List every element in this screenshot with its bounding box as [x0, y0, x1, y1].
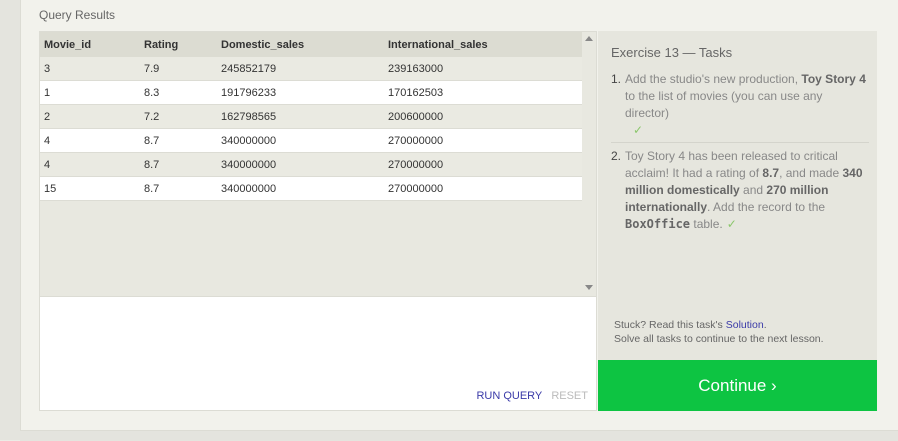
scroll-down-arrow-icon[interactable] — [585, 285, 593, 290]
table-row: 4 8.7 340000000 270000000 — [40, 128, 582, 153]
table-cell: 245852179 — [217, 57, 384, 81]
table-cell: 4 — [40, 128, 140, 153]
table-row: 4 8.7 340000000 270000000 — [40, 152, 582, 177]
task-number: 2. — [611, 149, 622, 163]
checkmark-icon: ✓ — [726, 217, 737, 231]
table-name-code: BoxOffice — [625, 217, 691, 231]
table-cell: 7.9 — [140, 57, 217, 81]
table-row: 15 8.7 340000000 270000000 — [40, 176, 582, 201]
table-cell: 340000000 — [217, 128, 384, 153]
column-header-international-sales: International_sales — [384, 32, 582, 57]
solution-link[interactable]: Solution — [726, 319, 764, 331]
task-text: to the list of movies (you can use any d… — [625, 89, 823, 120]
bottom-strip — [20, 430, 898, 441]
task-text: and — [739, 183, 767, 197]
table-cell: 170162503 — [384, 80, 582, 105]
help-line-2: Solve all tasks to continue to the next … — [614, 333, 824, 345]
table-cell: 162798565 — [217, 104, 384, 129]
run-query-button[interactable]: RUN QUERY — [476, 390, 542, 402]
checkmark-icon: ✓ — [633, 123, 644, 137]
table-cell: 270000000 — [384, 176, 582, 201]
task-item-2: 2. Toy Story 4 has been released to crit… — [611, 148, 869, 233]
exercise-heading: Exercise 13 — Tasks — [611, 45, 733, 60]
exercise-tasks-panel: Exercise 13 — Tasks 1. Add the studio's … — [598, 31, 877, 360]
column-header-domestic-sales: Domestic_sales — [217, 32, 384, 57]
table-cell: 7.2 — [140, 104, 217, 129]
column-header-rating: Rating — [140, 32, 217, 57]
table-cell: 2 — [40, 104, 140, 129]
table-row: 2 7.2 162798565 200600000 — [40, 104, 582, 129]
table-cell: 8.7 — [140, 176, 217, 201]
column-header-movie-id: Movie_id — [40, 32, 140, 57]
results-table-area: Movie_id Rating Domestic_sales Internati… — [40, 32, 582, 296]
task-emphasis: 8.7 — [762, 166, 780, 180]
help-text: Stuck? Read this task's Solution. Solve … — [614, 318, 824, 346]
table-cell: 4 — [40, 152, 140, 177]
left-gutter — [0, 0, 20, 440]
task-list: 1. Add the studio's new production, Toy … — [611, 71, 869, 233]
query-results-title: Query Results — [39, 8, 116, 22]
table-cell: 1 — [40, 80, 140, 105]
table-cell: 200600000 — [384, 104, 582, 129]
table-cell: 8.7 — [140, 128, 217, 153]
table-cell: 340000000 — [217, 152, 384, 177]
task-emphasis: Toy Story 4 — [801, 72, 866, 86]
editor-actions: RUN QUERY RESET — [476, 390, 588, 402]
table-cell: 340000000 — [217, 176, 384, 201]
results-scrollbar[interactable] — [582, 32, 596, 296]
results-table: Movie_id Rating Domestic_sales Internati… — [40, 32, 582, 201]
help-suffix: . — [763, 319, 767, 331]
results-header-row: Movie_id Rating Domestic_sales Internati… — [40, 32, 582, 57]
task-number: 1. — [611, 72, 622, 86]
sql-editor[interactable]: RUN QUERY RESET — [39, 297, 597, 411]
table-row: 1 8.3 191796233 170162503 — [40, 80, 582, 105]
table-cell: 191796233 — [217, 80, 384, 105]
task-text: Add the studio's new production, — [625, 72, 802, 86]
table-cell: 15 — [40, 176, 140, 201]
table-cell: 239163000 — [384, 57, 582, 81]
table-cell: 3 — [40, 57, 140, 81]
query-results-panel: Movie_id Rating Domestic_sales Internati… — [39, 31, 597, 297]
table-cell: 8.3 — [140, 80, 217, 105]
scroll-up-arrow-icon[interactable] — [585, 36, 593, 41]
table-cell: 270000000 — [384, 152, 582, 177]
table-cell: 270000000 — [384, 128, 582, 153]
table-row: 3 7.9 245852179 239163000 — [40, 57, 582, 81]
table-cell: 8.7 — [140, 152, 217, 177]
task-text: table. — [690, 217, 723, 231]
task-item-1: 1. Add the studio's new production, Toy … — [611, 71, 869, 143]
reset-button[interactable]: RESET — [551, 390, 588, 402]
task-text: . Add the record to the — [707, 200, 826, 214]
continue-button[interactable]: Continue › — [598, 360, 877, 411]
task-text: , and made — [779, 166, 843, 180]
help-prefix: Stuck? Read this task's — [614, 319, 726, 331]
